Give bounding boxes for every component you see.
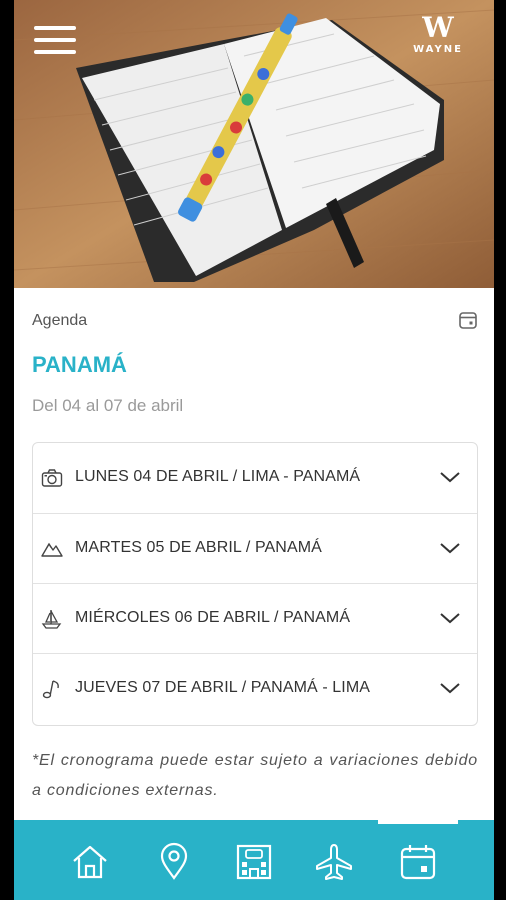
agenda-section: Agenda PANAMÁ Del 04 al 07 de abril LUNE… (14, 288, 494, 820)
itinerary-day-1[interactable]: LUNES 04 DE ABRIL / LIMA - PANAMÁ (33, 443, 477, 513)
location-pin-icon (160, 842, 188, 880)
date-range: Del 04 al 07 de abril (32, 396, 184, 415)
itinerary-day-4[interactable]: JUEVES 07 DE ABRIL / PANAMÁ - LIMA (33, 653, 477, 724)
hotel-icon (236, 844, 272, 880)
music-note-icon (42, 680, 59, 699)
tab-agenda[interactable] (394, 840, 442, 884)
chevron-down-icon (440, 683, 460, 694)
itinerary-day-label: MARTES 05 DE ABRIL / PANAMÁ (75, 539, 322, 556)
hero-image: W WAYNE (14, 0, 494, 288)
app-screen: W WAYNE Agenda PANAMÁ Del 04 al 07 de ab… (14, 0, 494, 900)
airplane-icon (316, 844, 352, 880)
tab-flights[interactable] (310, 840, 358, 884)
calendar-icon[interactable] (458, 310, 478, 330)
hamburger-line (34, 26, 76, 30)
sailboat-icon (41, 610, 62, 629)
menu-button[interactable] (34, 24, 76, 56)
brand-logo: W WAYNE (400, 14, 476, 58)
tab-location[interactable] (150, 840, 198, 884)
chevron-down-icon (440, 613, 460, 624)
page-title: PANAMÁ (32, 352, 127, 377)
active-tab-indicator (378, 820, 458, 824)
itinerary-day-3[interactable]: MIÉRCOLES 06 DE ABRIL / PANAMÁ (33, 583, 477, 654)
tab-hotel[interactable] (230, 840, 278, 884)
tab-home[interactable] (66, 840, 114, 884)
bottom-tab-bar (14, 820, 494, 900)
chevron-down-icon (440, 472, 460, 483)
logo-mark: W (422, 11, 454, 44)
mountains-icon (41, 542, 63, 557)
itinerary-accordion: LUNES 04 DE ABRIL / LIMA - PANAMÁ MARTES… (32, 442, 478, 726)
home-icon (73, 845, 107, 879)
chevron-down-icon (440, 543, 460, 554)
hamburger-line (34, 38, 76, 42)
section-label: Agenda (32, 312, 88, 329)
hamburger-line (34, 50, 76, 54)
logo-text: WAYNE (413, 44, 463, 55)
itinerary-day-label: LUNES 04 DE ABRIL / LIMA - PANAMÁ (75, 468, 361, 485)
itinerary-day-2[interactable]: MARTES 05 DE ABRIL / PANAMÁ (33, 513, 477, 584)
itinerary-day-label: JUEVES 07 DE ABRIL / PANAMÁ - LIMA (75, 679, 371, 696)
camera-icon (41, 469, 63, 487)
calendar-icon (400, 845, 436, 880)
itinerary-day-label: MIÉRCOLES 06 DE ABRIL / PANAMÁ (75, 609, 351, 626)
schedule-disclaimer: *El cronograma puede estar sujeto a vari… (32, 752, 478, 799)
